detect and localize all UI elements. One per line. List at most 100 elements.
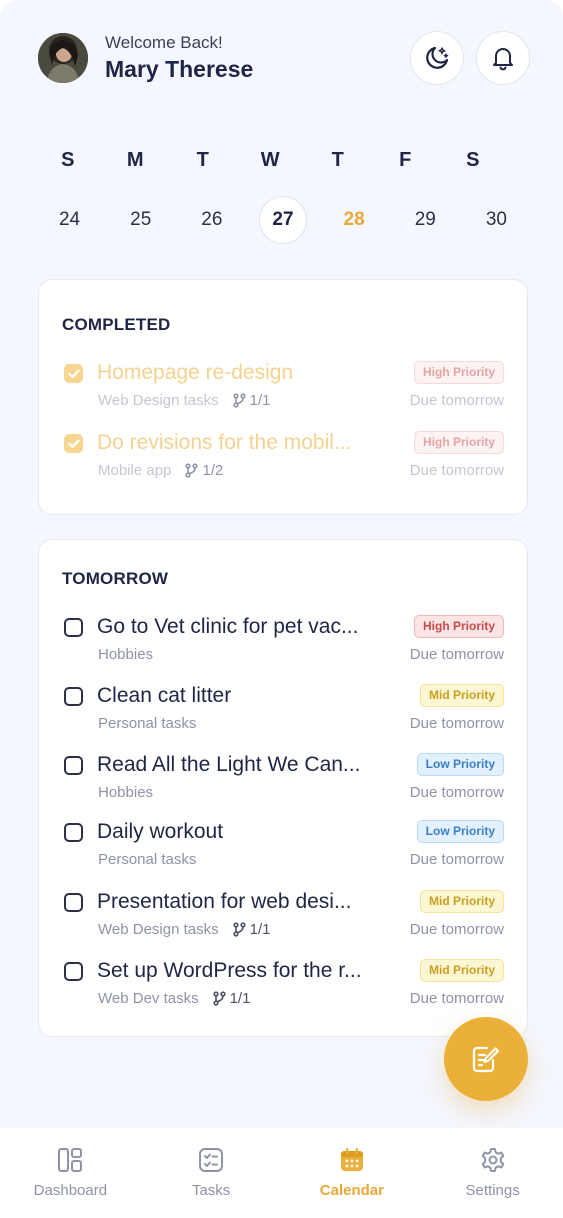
date-number: 28	[343, 209, 365, 230]
date-cell[interactable]: 30	[461, 196, 532, 244]
task-title: Read All the Light We Can...	[97, 753, 361, 776]
priority-badge: High Priority	[413, 615, 504, 638]
check-icon	[67, 368, 80, 378]
task-category: Mobile app	[98, 462, 172, 479]
task-due: Due tomorrow	[409, 646, 504, 663]
subtask-count: 1/1	[233, 392, 270, 409]
bottom-nav: Dashboard Tasks Calendar Settings	[0, 1128, 563, 1218]
task-title: Set up WordPress for the r...	[97, 959, 362, 982]
task-category: Hobbies	[98, 646, 154, 663]
task-category: Web Design tasks	[98, 921, 219, 938]
date-cell[interactable]: 24	[34, 196, 105, 244]
nav-label: Dashboard	[33, 1182, 108, 1199]
task-due: Due tomorrow	[409, 784, 504, 801]
task-checkbox[interactable]	[64, 618, 83, 637]
task-checkbox-checked[interactable]	[64, 434, 83, 453]
weekday-label: M	[126, 149, 144, 171]
subtask-count-text: 1/1	[229, 990, 251, 1007]
task-checkbox[interactable]	[64, 962, 83, 981]
task-category: Web Dev tasks	[98, 990, 199, 1007]
task-item[interactable]: Read All the Light We Can... Hobbies Low…	[62, 751, 504, 807]
task-title: Go to Vet clinic for pet vac...	[97, 615, 359, 638]
nav-label: Calendar	[319, 1182, 384, 1199]
date-number: 25	[130, 209, 152, 230]
section-title: TOMORROW	[62, 569, 169, 588]
gear-icon	[481, 1148, 504, 1172]
subtask-branch-icon	[212, 991, 226, 1006]
new-task-button[interactable]	[444, 1017, 528, 1101]
task-meta: Personal tasks	[98, 715, 196, 732]
tasks-icon	[199, 1148, 224, 1172]
nav-label: Settings	[465, 1182, 520, 1199]
task-category: Hobbies	[98, 784, 154, 801]
date-number: 27	[258, 196, 307, 244]
date-cell-today[interactable]: 28	[319, 196, 390, 244]
date-cell[interactable]: 29	[390, 196, 461, 244]
date-cell-selected[interactable]: 27	[247, 196, 318, 244]
subtask-count: 1/2	[185, 462, 223, 479]
app-screen: Welcome Back! Mary Therese S M T W T F S…	[0, 0, 563, 1218]
theme-toggle-button[interactable]	[410, 31, 464, 85]
weekday-label: T	[331, 149, 344, 171]
task-item[interactable]: Do revisions for the mobil... Mobile app…	[62, 429, 504, 485]
task-item[interactable]: Daily workout Personal tasks Low Priorit…	[62, 818, 504, 874]
completed-card: COMPLETED Homepage re-design Web Design …	[38, 279, 528, 515]
user-name: Mary Therese	[105, 56, 254, 82]
task-checkbox[interactable]	[64, 756, 83, 775]
weekday-row: S M T W T F S	[34, 147, 532, 173]
subtask-count-text: 1/2	[202, 462, 224, 479]
task-meta: Web Design tasks 1/1	[98, 392, 270, 409]
task-title: Clean cat litter	[97, 684, 232, 707]
date-number: 30	[485, 209, 507, 230]
edit-note-icon	[472, 1046, 500, 1073]
subtask-count-text: 1/1	[249, 921, 271, 938]
notification-button[interactable]	[476, 31, 530, 85]
welcome-text: Welcome Back!	[105, 33, 223, 52]
task-checkbox[interactable]	[64, 823, 83, 842]
weekday-label: T	[196, 149, 209, 171]
nav-label: Tasks	[191, 1182, 231, 1199]
priority-badge: Mid Priority	[419, 890, 504, 913]
bell-icon	[493, 48, 513, 71]
section-title: COMPLETED	[62, 315, 171, 334]
task-category: Personal tasks	[98, 851, 197, 868]
task-title: Homepage re-design	[97, 361, 294, 384]
task-checkbox[interactable]	[64, 893, 83, 912]
nav-tasks[interactable]: Tasks	[141, 1128, 282, 1218]
weekday-label: S	[61, 149, 75, 171]
weekday-label: W	[260, 149, 280, 171]
task-checkbox-checked[interactable]	[64, 364, 83, 383]
priority-badge: Low Priority	[416, 753, 504, 776]
task-checkbox[interactable]	[64, 687, 83, 706]
task-item[interactable]: Set up WordPress for the r... Web Dev ta…	[62, 957, 504, 1013]
dashboard-icon	[58, 1148, 83, 1172]
subtask-count: 1/1	[233, 921, 271, 938]
date-number: 26	[201, 209, 223, 230]
task-meta: Mobile app 1/2	[98, 462, 223, 479]
nav-calendar[interactable]: Calendar	[282, 1128, 423, 1218]
header: Welcome Back! Mary Therese	[38, 31, 530, 85]
subtask-branch-icon	[185, 463, 198, 478]
date-cell[interactable]: 26	[176, 196, 247, 244]
task-due: Due tomorrow	[409, 715, 504, 732]
calendar-icon	[340, 1148, 363, 1171]
task-meta: Hobbies	[98, 784, 153, 801]
priority-badge: Mid Priority	[419, 959, 504, 982]
task-item[interactable]: Clean cat litter Personal tasks Mid Prio…	[62, 682, 504, 738]
tomorrow-card: TOMORROW Go to Vet clinic for pet vac...…	[38, 539, 528, 1037]
task-meta: Web Design tasks 1/1	[98, 921, 270, 938]
moon-stars-icon	[426, 46, 449, 69]
priority-badge: Mid Priority	[419, 684, 504, 707]
task-item[interactable]: Homepage re-design Web Design tasks 1/1 …	[62, 359, 504, 415]
priority-badge: Low Priority	[416, 820, 504, 843]
nav-dashboard[interactable]: Dashboard	[0, 1128, 141, 1218]
avatar[interactable]	[38, 33, 88, 83]
task-item[interactable]: Presentation for web desi... Web Design …	[62, 888, 504, 944]
task-title: Presentation for web desi...	[97, 890, 352, 913]
task-category: Web Design tasks	[98, 392, 219, 409]
user-avatar-image	[38, 33, 88, 83]
nav-settings[interactable]: Settings	[422, 1128, 563, 1218]
date-cell[interactable]: 25	[105, 196, 176, 244]
priority-badge: High Priority	[413, 431, 504, 454]
task-item[interactable]: Go to Vet clinic for pet vac... Hobbies …	[62, 613, 504, 669]
